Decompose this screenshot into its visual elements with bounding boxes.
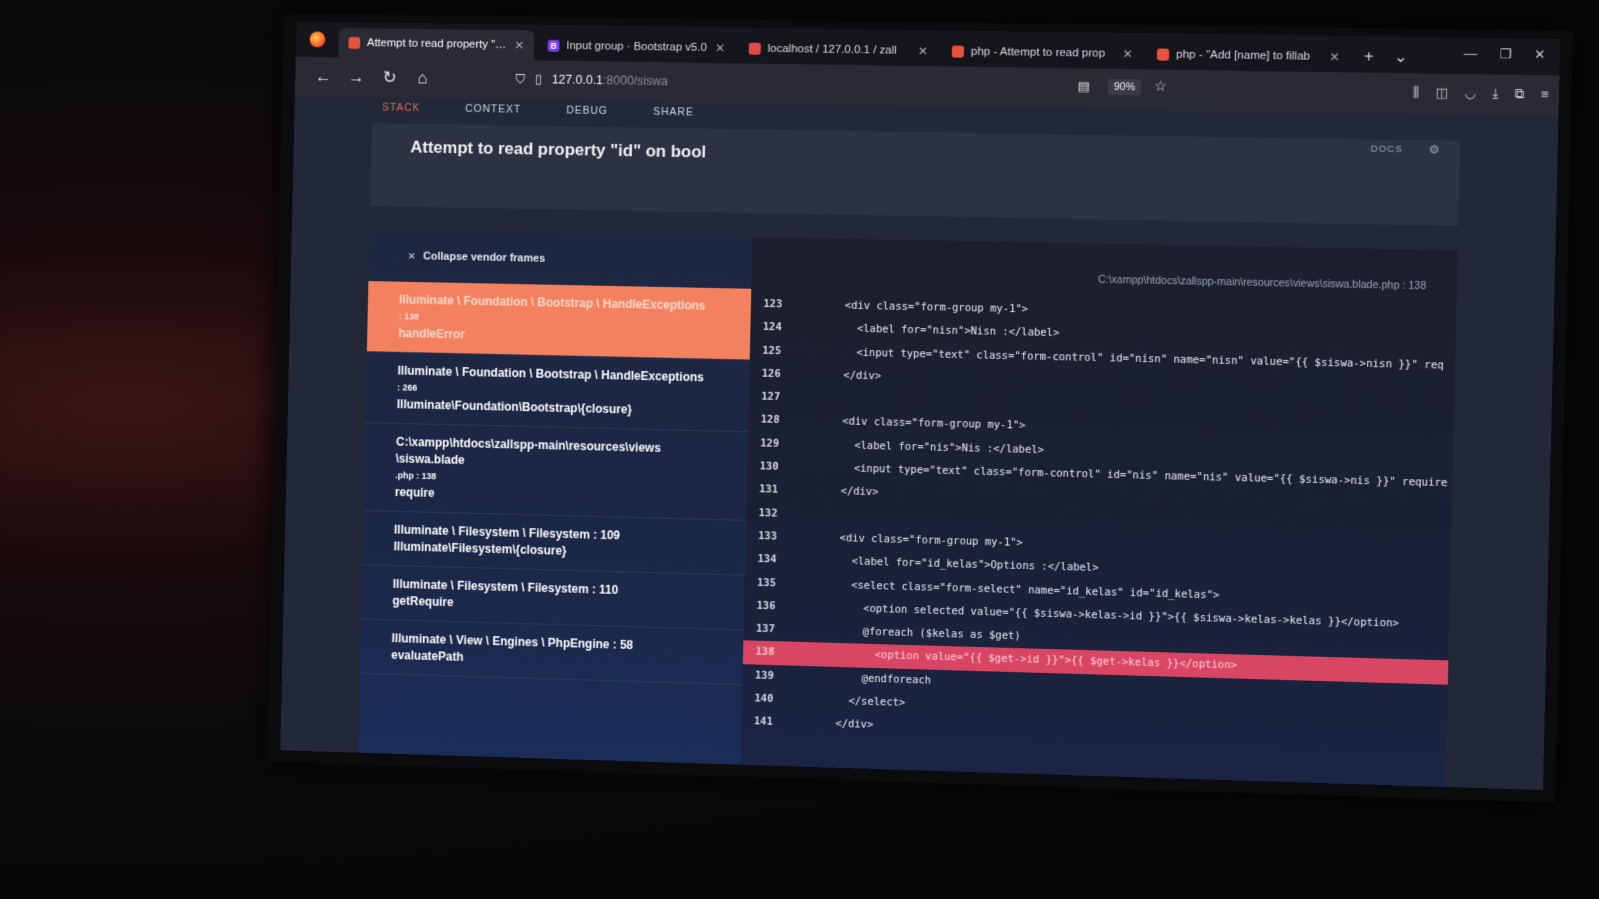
chevron-icon: ✕: [408, 251, 416, 262]
stack-frames: ✕ Collapse vendor frames Illuminate \ Fo…: [358, 230, 753, 765]
line-number: 134: [745, 548, 789, 572]
zoom-level[interactable]: 90%: [1108, 79, 1142, 96]
nav-debug[interactable]: DEBUG: [566, 104, 608, 117]
shield-icon[interactable]: ⛉: [515, 71, 525, 87]
line-number: 132: [746, 502, 790, 526]
line-number: 128: [748, 409, 792, 433]
tab-title: Attempt to read property "id" o: [367, 37, 509, 51]
home-icon[interactable]: ⌂: [406, 68, 440, 88]
line-number: 123: [751, 293, 795, 317]
url-host: 127.0.0.1: [552, 73, 604, 88]
stack-frame[interactable]: Illuminate \ Foundation \ Bootstrap \ Ha…: [367, 281, 751, 360]
extensions-icon[interactable]: ⧉: [1515, 86, 1525, 102]
line-number: 124: [750, 316, 794, 340]
line-number: 125: [750, 339, 794, 363]
line-number: 129: [748, 432, 792, 456]
menu-icon[interactable]: ≡: [1541, 86, 1549, 102]
tab-favicon-icon: [1157, 48, 1169, 60]
stack-frame[interactable]: Illuminate \ Foundation \ Bootstrap \ Ha…: [365, 352, 749, 432]
line-number: 137: [743, 618, 787, 642]
download-icon[interactable]: ⤓: [1492, 86, 1498, 102]
reader-view-icon[interactable]: ▤: [1077, 78, 1090, 94]
bookmark-star-icon[interactable]: ☆: [1154, 78, 1167, 95]
collapse-vendor-frames[interactable]: ✕ Collapse vendor frames: [368, 230, 752, 289]
nav-share[interactable]: SHARE: [653, 106, 694, 119]
reload-icon[interactable]: ↻: [373, 68, 407, 88]
browser-tab[interactable]: Attempt to read property "id" o ✕: [338, 28, 534, 60]
line-number: 133: [745, 525, 789, 549]
list-all-tabs-icon[interactable]: ⌄: [1394, 47, 1408, 67]
line-number: 141: [741, 710, 785, 735]
back-icon[interactable]: ←: [307, 67, 340, 87]
tab-title: Input group · Bootstrap v5.0: [566, 40, 709, 54]
tab-favicon-icon: [952, 46, 964, 58]
tab-title: php - "Add [name] to fillab: [1176, 49, 1323, 63]
stack-frame[interactable]: C:\xampp\htdocs\zallspp-main\resources\v…: [363, 423, 748, 521]
sidebar-icon[interactable]: ◫: [1435, 85, 1448, 101]
new-tab-button[interactable]: +: [1364, 48, 1374, 66]
pocket-icon[interactable]: ◡: [1464, 85, 1476, 101]
error-header: Attempt to read property "id" on bool DO…: [370, 123, 1460, 226]
close-tab-icon[interactable]: ✕: [514, 38, 524, 52]
error-title: Attempt to read property "id" on bool: [410, 138, 706, 163]
collapse-label: Collapse vendor frames: [423, 251, 545, 265]
tab-favicon-icon: B: [548, 40, 560, 52]
url-path: :8000/siswa: [603, 73, 668, 88]
docs-link[interactable]: DOCS: [1371, 143, 1403, 155]
firefox-icon: [310, 31, 326, 47]
ignition-nav: STACK CONTEXT DEBUG SHARE: [382, 102, 694, 119]
toolbar-icons: ⫼ ◫ ◡ ⤓ ⧉ ≡: [1413, 84, 1549, 102]
tab-favicon-icon: [749, 43, 761, 55]
restore-icon[interactable]: ❐: [1499, 46, 1511, 62]
close-tab-icon[interactable]: ✕: [918, 44, 928, 58]
code-snippet: C:\xampp\htdocs\zallspp-main\resources\v…: [741, 237, 1458, 787]
gear-icon[interactable]: ⚙: [1428, 142, 1439, 156]
tab-favicon-icon: [348, 37, 360, 49]
line-number: 135: [744, 571, 788, 595]
tab-title: localhost / 127.0.0.1 / zall: [768, 43, 912, 57]
tab-title: php - Attempt to read prop: [971, 46, 1117, 60]
line-number: 136: [744, 594, 788, 618]
forward-icon[interactable]: →: [340, 67, 373, 87]
url-bar[interactable]: ⛉ ▯ 127.0.0.1 :8000/siswa: [515, 66, 1031, 100]
line-number: 140: [742, 687, 786, 712]
stack-frame[interactable]: Illuminate \ View \ Engines \ PhpEngine …: [360, 619, 744, 685]
minimize-icon[interactable]: —: [1464, 46, 1478, 62]
close-tab-icon[interactable]: ✕: [715, 41, 725, 55]
ignition-error-page: STACK CONTEXT DEBUG SHARE Attempt to rea…: [280, 96, 1558, 790]
close-tab-icon[interactable]: ✕: [1329, 50, 1340, 64]
line-number: 139: [742, 664, 786, 688]
line-number: 130: [747, 455, 791, 479]
browser-tab[interactable]: php - Attempt to read prop ✕: [942, 36, 1144, 69]
line-number: 131: [747, 478, 791, 502]
close-tab-icon[interactable]: ✕: [1122, 47, 1132, 61]
close-window-icon[interactable]: ✕: [1534, 47, 1546, 63]
browser-tab[interactable]: php - "Add [name] to fillab ✕: [1147, 39, 1351, 72]
line-number: 126: [749, 362, 793, 386]
line-number: 127: [749, 386, 793, 410]
browser-tab[interactable]: localhost / 127.0.0.1 / zall ✕: [739, 33, 939, 66]
line-number: 138: [743, 641, 787, 665]
nav-context[interactable]: CONTEXT: [465, 103, 521, 116]
browser-tab[interactable]: B Input group · Bootstrap v5.0 ✕: [538, 31, 736, 64]
page-info-icon[interactable]: ▯: [535, 71, 542, 87]
file-path[interactable]: C:\xampp\htdocs\zallspp-main\resources\v…: [1098, 274, 1427, 293]
window-controls: — ❐ ✕: [1464, 46, 1546, 63]
nav-stack[interactable]: STACK: [382, 102, 420, 114]
stack-trace-panel: ✕ Collapse vendor frames Illuminate \ Fo…: [358, 230, 1458, 787]
browser-window: Attempt to read property "id" o ✕ B Input g…: [280, 21, 1560, 790]
code-lines: <div class="form-group my-1"> <label for…: [785, 294, 1457, 756]
library-icon[interactable]: ⫼: [1413, 84, 1419, 100]
